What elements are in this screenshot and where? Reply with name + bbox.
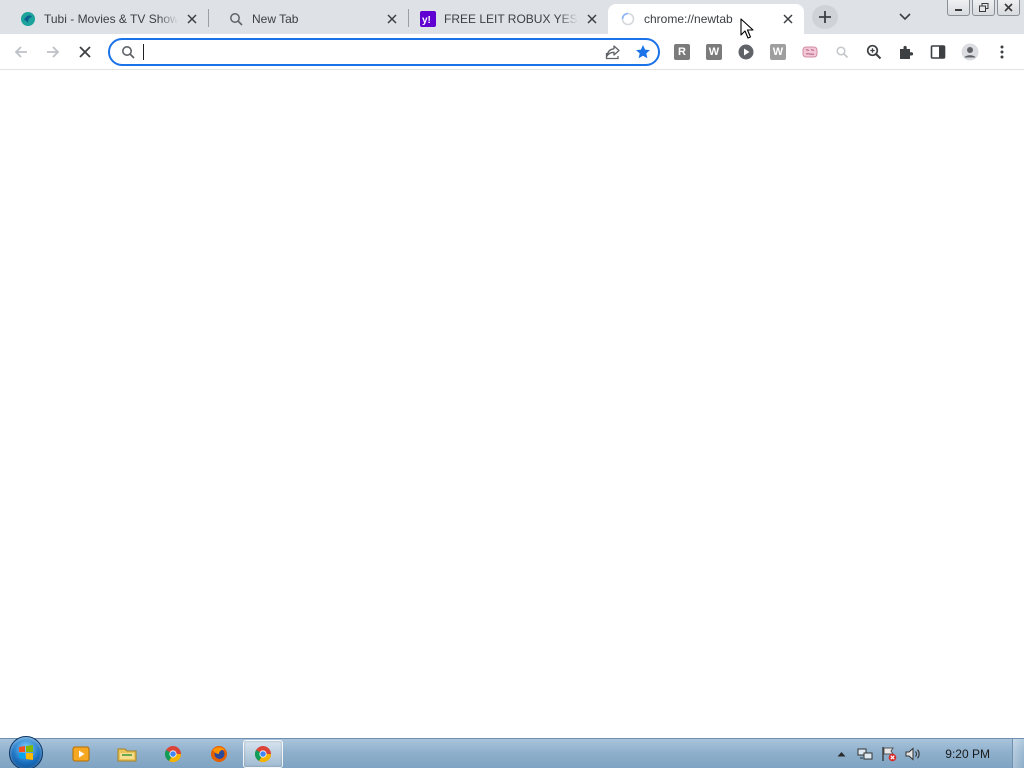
tab-strip: Tubi - Movies & TV Shows New Tab y! FREE… xyxy=(0,0,1024,34)
tab-chrome-newtab[interactable]: chrome://newtab xyxy=(608,4,804,34)
taskbar-file-explorer[interactable] xyxy=(107,740,147,768)
file-explorer-icon xyxy=(117,748,137,762)
tab-search-button[interactable] xyxy=(896,8,914,26)
side-panel-icon xyxy=(930,45,946,59)
close-icon[interactable] xyxy=(184,11,200,27)
zoom-icon xyxy=(866,44,882,60)
close-icon[interactable] xyxy=(384,11,400,27)
system-tray: 9:20 PM xyxy=(829,739,1024,768)
tab-title: FREE LEIT ROBUX YES 2023 xyxy=(444,12,578,26)
clock[interactable]: 9:20 PM xyxy=(945,747,990,761)
zoom-button[interactable] xyxy=(865,43,883,61)
extension-w2-button[interactable]: W xyxy=(769,43,787,61)
tab-yahoo[interactable]: y! FREE LEIT ROBUX YES 2023 xyxy=(408,4,608,34)
new-tab-button[interactable] xyxy=(812,5,838,29)
extension-play-button[interactable] xyxy=(737,43,755,61)
action-center-flag-icon[interactable] xyxy=(881,746,897,762)
close-icon xyxy=(1004,3,1013,12)
arrow-right-icon xyxy=(47,46,60,58)
plus-icon xyxy=(819,11,831,23)
extension-brain-button[interactable] xyxy=(801,43,819,61)
mouse-cursor-icon xyxy=(740,18,754,39)
tab-title: Tubi - Movies & TV Shows xyxy=(44,12,178,26)
back-button[interactable] xyxy=(8,39,34,65)
window-controls xyxy=(947,0,1020,16)
restore-button[interactable] xyxy=(972,0,995,16)
windows-logo-icon xyxy=(9,736,43,768)
tab-new-tab[interactable]: New Tab xyxy=(208,4,408,34)
tab-title: chrome://newtab xyxy=(644,12,733,26)
side-panel-button[interactable] xyxy=(929,43,947,61)
avatar-icon xyxy=(961,43,979,61)
minimize-icon xyxy=(955,8,962,11)
address-input[interactable] xyxy=(142,42,658,62)
chevron-down-icon xyxy=(899,13,911,21)
taskbar: 9:20 PM xyxy=(0,736,1024,768)
show-hidden-icons-button[interactable] xyxy=(833,746,849,762)
firefox-icon xyxy=(211,746,227,762)
volume-icon[interactable] xyxy=(905,746,921,762)
chrome-icon xyxy=(164,746,182,763)
minimize-button[interactable] xyxy=(947,0,970,16)
taskbar-media-player[interactable] xyxy=(61,740,101,768)
restore-icon xyxy=(978,3,988,12)
show-desktop-button[interactable] xyxy=(1012,739,1024,768)
close-icon xyxy=(79,46,91,58)
yahoo-icon: y! xyxy=(420,11,436,27)
extension-r-icon: R xyxy=(674,44,690,60)
chevron-up-icon xyxy=(837,752,846,757)
close-icon[interactable] xyxy=(780,11,796,27)
text-caret xyxy=(143,44,144,60)
share-icon[interactable] xyxy=(604,43,622,61)
menu-button[interactable] xyxy=(993,43,1011,61)
close-icon[interactable] xyxy=(584,11,600,27)
play-icon xyxy=(738,44,754,60)
svg-text:y!: y! xyxy=(422,15,431,26)
tab-title: New Tab xyxy=(252,12,299,26)
stop-loading-button[interactable] xyxy=(72,39,98,65)
extension-search-button[interactable] xyxy=(833,43,851,61)
start-button[interactable] xyxy=(6,736,46,768)
kebab-menu-icon xyxy=(1000,45,1004,59)
tab-tubi[interactable]: Tubi - Movies & TV Shows xyxy=(0,4,208,34)
extensions-button[interactable] xyxy=(897,43,915,61)
brain-icon xyxy=(802,46,818,58)
close-window-button[interactable] xyxy=(997,0,1020,16)
forward-button[interactable] xyxy=(40,39,66,65)
search-icon xyxy=(228,11,244,27)
taskbar-firefox[interactable] xyxy=(199,740,239,768)
extension-w-icon: W xyxy=(770,44,786,60)
loading-spinner-icon xyxy=(620,11,636,27)
extension-w-icon: W xyxy=(706,44,722,60)
profile-button[interactable] xyxy=(961,43,979,61)
browser-toolbar: R W W xyxy=(0,34,1024,70)
search-icon xyxy=(120,44,136,60)
arrow-left-icon xyxy=(14,46,27,58)
extension-w-button[interactable]: W xyxy=(705,43,723,61)
chrome-icon xyxy=(254,746,272,763)
bookmark-star-icon[interactable] xyxy=(634,43,652,61)
page-content xyxy=(0,70,1024,738)
search-icon xyxy=(836,46,849,59)
network-icon[interactable] xyxy=(857,746,873,762)
taskbar-chrome-active[interactable] xyxy=(243,740,283,768)
tubi-icon xyxy=(20,11,36,27)
puzzle-icon xyxy=(900,45,914,59)
extension-r-button[interactable]: R xyxy=(673,43,691,61)
taskbar-chrome[interactable] xyxy=(153,740,193,768)
windows-media-player-icon xyxy=(72,746,90,762)
omnibox[interactable] xyxy=(108,38,660,66)
